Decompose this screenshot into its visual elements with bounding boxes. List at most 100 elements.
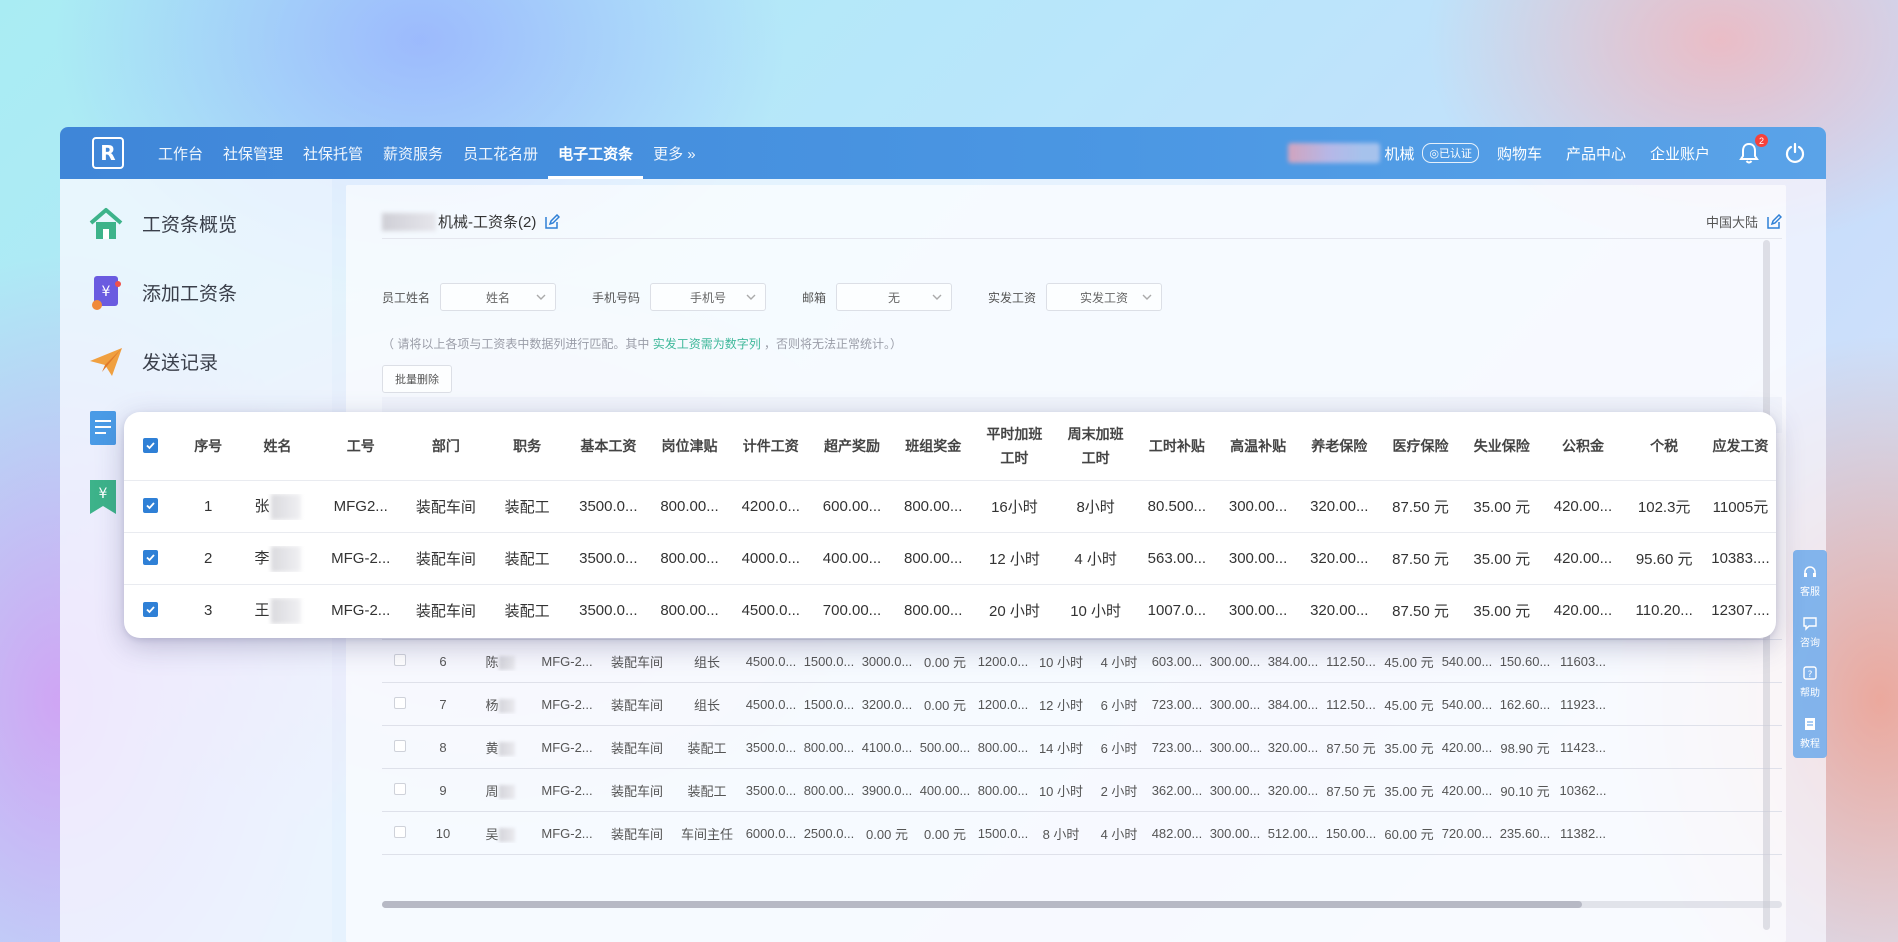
tool-help[interactable]: ? 帮助 — [1800, 657, 1820, 708]
filter-label-name: 员工姓名 — [382, 290, 431, 305]
hint-text: ，否则将无法正常统计。） — [764, 337, 903, 351]
notification-bell-icon[interactable]: 2 — [1736, 134, 1768, 166]
nav-social-security[interactable]: 社保管理 — [213, 127, 293, 179]
cell-text: 80.500... — [1147, 498, 1207, 515]
sidebar-item-add-payslip[interactable]: ¥ 添加工资条 — [60, 258, 332, 327]
row-checkbox[interactable] — [124, 498, 177, 515]
table-cell: 35.00 元 — [1461, 600, 1542, 621]
table-row[interactable]: 3 王 MFG-2... 装配车间 装配工 3500.0... 800.00... 4500.… — [124, 584, 1776, 636]
table-row[interactable]: 2 李 MFG-2... 装配车间 装配工 3500.0... 800.00... 4000.… — [124, 532, 1776, 584]
column-header: 工时补贴 — [1148, 438, 1205, 454]
table-cell: 装配工 — [487, 496, 568, 517]
cell-text: 320.00... — [1310, 550, 1369, 567]
table-row[interactable]: 1 张 MFG2... 装配车间 装配工 3500.0... 800.00... 4200.0… — [124, 480, 1776, 532]
table-cell: 3 — [177, 602, 238, 619]
cell-text: 16小时 — [991, 499, 1038, 516]
table-row[interactable]: 8 黄 MFG-2... 装配车间 装配工 3500.0... 800.00... 4100.… — [382, 726, 1782, 769]
nav-more[interactable]: 更多 » — [643, 127, 706, 179]
row-checkbox[interactable] — [382, 782, 418, 798]
nav-payroll-service[interactable]: 薪资服务 — [373, 127, 453, 179]
edit-region-icon[interactable] — [1766, 213, 1782, 230]
table-cell: 1500.0... — [800, 654, 858, 669]
cell-text: 800.00... — [660, 602, 719, 619]
company-name[interactable]: 机械 — [1384, 143, 1414, 164]
cell-text: 11423... — [1559, 739, 1607, 755]
table-cell: 12 小时 — [974, 548, 1055, 569]
table-cell: 112.50... — [1322, 697, 1380, 712]
table-cell: 3200.0... — [858, 697, 916, 712]
column-header: 岗位津贴 — [661, 438, 718, 454]
checkbox-unchecked-icon — [394, 739, 406, 752]
cell-text: 吴 — [485, 826, 499, 842]
row-checkbox[interactable] — [382, 825, 418, 841]
nav-e-payslip[interactable]: 电子工资条 — [548, 127, 644, 179]
table-cell: 李 — [239, 545, 316, 572]
cell-text: 周 — [485, 783, 499, 799]
table-cell: 8小时 — [1055, 496, 1136, 517]
select-email-column[interactable]: 无 — [836, 283, 953, 311]
select-phone-column[interactable]: 手机号 — [650, 283, 767, 311]
table-row[interactable]: 10 吴 MFG-2... 装配车间 车间主任 6000.0... 2500.0... 0.0… — [382, 812, 1782, 855]
cell-text: 装配车间 — [415, 499, 476, 516]
cell-text: MFG-2... — [331, 602, 391, 619]
tool-consult[interactable]: 咨询 — [1800, 607, 1820, 658]
row-checkbox[interactable] — [382, 739, 418, 755]
link-products[interactable]: 产品中心 — [1566, 143, 1626, 164]
cell-text: 3500.0... — [745, 782, 797, 798]
cell-text: 300.00... — [1209, 696, 1261, 712]
cell-text: 张 — [254, 497, 270, 515]
sidebar-item-send-records[interactable]: 发送记录 — [60, 327, 332, 396]
select-net-pay-column[interactable]: 实发工资 — [1046, 283, 1163, 311]
table-cell: 吴 — [468, 824, 532, 843]
cell-text: 6000.0... — [745, 825, 797, 841]
cell-text: 95.60 元 — [1635, 551, 1693, 568]
region-selector[interactable]: 中国大陆 — [1706, 212, 1782, 231]
row-checkbox[interactable] — [382, 696, 418, 712]
link-cart[interactable]: 购物车 — [1497, 143, 1542, 164]
table-cell: 2500.0... — [800, 826, 858, 841]
nav-employee-roster[interactable]: 员工花名册 — [453, 127, 548, 179]
cell-text: 组长 — [693, 697, 720, 713]
cell-text: 3000.0... — [861, 653, 913, 669]
batch-delete-button[interactable]: 批量删除 — [382, 365, 452, 393]
table-row[interactable]: 7 杨 MFG-2... 装配车间 组长 4500.0... 1500.0... 3200.0… — [382, 683, 1782, 726]
table-cell: 600.00... — [811, 498, 892, 515]
cell-text: 540.00... — [1441, 653, 1493, 669]
column-header: 职务 — [513, 438, 542, 454]
tool-tutorial[interactable]: 教程 — [1800, 708, 1820, 759]
cell-text: 60.00 元 — [1384, 826, 1434, 842]
cell-text: 1 — [204, 498, 213, 515]
table-cell: 102.3元 — [1624, 496, 1705, 517]
zoomed-table-header: 序号 姓名 工号 部门 职务 基本工资 岗位津贴 计件工资 超产奖励 班组奖金 平时加班 工时 周末加… — [124, 412, 1776, 480]
table-cell: 500.00... — [916, 740, 974, 755]
power-icon[interactable] — [1782, 140, 1808, 166]
nav-workbench[interactable]: 工作台 — [148, 127, 213, 179]
nav-social-custody[interactable]: 社保托管 — [293, 127, 373, 179]
cell-text: 1500.0... — [803, 696, 855, 712]
table-cell: 6 小时 — [1090, 738, 1148, 757]
table-cell: 12 小时 — [1032, 695, 1090, 714]
link-account[interactable]: 企业账户 — [1650, 143, 1710, 164]
table-row[interactable]: 9 周 MFG-2... 装配车间 装配工 3500.0... 800.00... 3900.… — [382, 769, 1782, 812]
cell-text: 420.00... — [1553, 498, 1613, 515]
row-checkbox[interactable] — [382, 653, 418, 669]
table-cell: 装配车间 — [405, 548, 486, 569]
select-all-checkbox[interactable] — [124, 434, 177, 458]
table-cell: 563.00... — [1136, 550, 1217, 567]
table-cell: 300.00... — [1206, 740, 1264, 755]
row-checkbox[interactable] — [124, 602, 177, 619]
svg-text:?: ? — [1808, 670, 1813, 680]
cell-text: 装配车间 — [610, 740, 663, 756]
edit-title-icon[interactable] — [544, 213, 561, 230]
table-cell: 603.00... — [1148, 654, 1206, 669]
horizontal-scrollbar[interactable] — [382, 901, 1782, 908]
tool-customer-service[interactable]: 客服 — [1800, 556, 1820, 607]
cell-text: 45.00 元 — [1384, 654, 1434, 670]
table-row[interactable]: 6 陈 MFG-2... 装配车间 组长 4500.0... 1500.0... 3000.0… — [382, 640, 1782, 683]
table-cell: 王 — [239, 597, 316, 624]
sidebar-item-overview[interactable]: 工资条概览 — [60, 189, 332, 258]
select-name-column[interactable]: 姓名 — [440, 283, 557, 311]
chevron-down-icon — [1142, 294, 1152, 300]
row-checkbox[interactable] — [124, 550, 177, 567]
app-logo[interactable]: R — [92, 137, 124, 169]
